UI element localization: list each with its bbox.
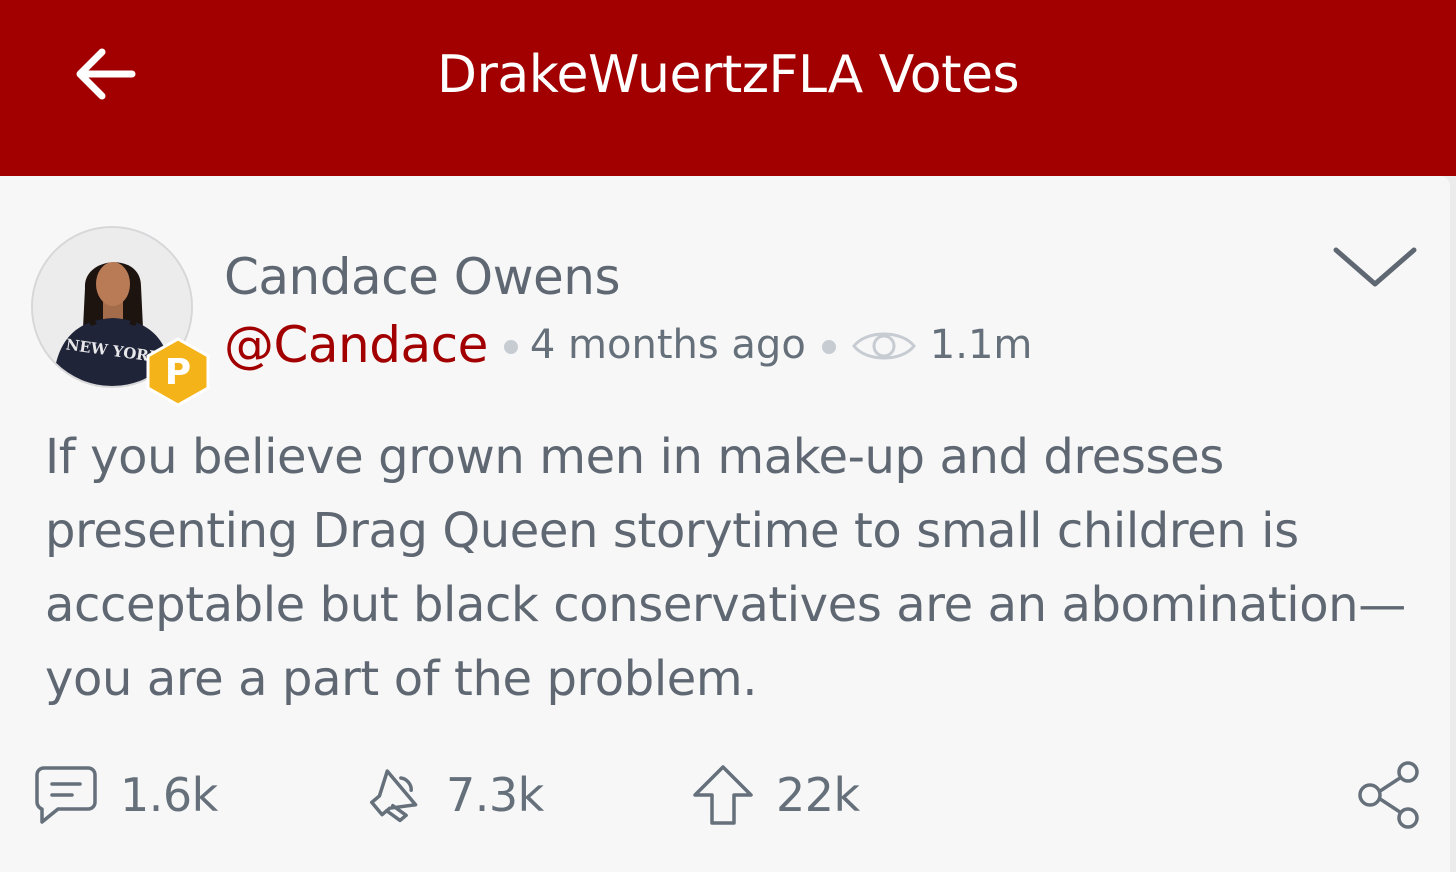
echo-count: 7.3k	[446, 768, 544, 822]
comments-button[interactable]: 1.6k	[34, 758, 218, 832]
post-time: 4 months ago	[529, 322, 806, 368]
arrow-up-icon	[693, 765, 753, 825]
post-body-line: you are a part of the problem.	[45, 651, 758, 707]
share-icon[interactable]	[1354, 760, 1424, 830]
post-body-line: presenting Drag Queen storytime to small…	[45, 503, 1299, 559]
post-meta: @Candace 4 months ago 1.1m	[224, 314, 1032, 376]
post-body-line: acceptable but black conservatives are a…	[45, 577, 1406, 633]
top-bar: DrakeWuertzFLA Votes	[0, 0, 1456, 176]
post-card: NEW YORK P Candace Owens @Candace 4 mont…	[0, 176, 1450, 872]
comments-count: 1.6k	[120, 768, 218, 822]
chevron-down-icon[interactable]	[1330, 242, 1420, 292]
upvote-count: 22k	[776, 768, 860, 822]
author-name[interactable]: Candace Owens	[224, 246, 621, 308]
page-title: DrakeWuertzFLA Votes	[436, 45, 1020, 105]
separator-dot	[821, 340, 836, 354]
upvote-button[interactable]: 22k	[692, 758, 860, 832]
view-count: 1.1m	[929, 322, 1033, 368]
post-body: If you believe grown men in make-up and …	[45, 420, 1435, 716]
separator-dot	[503, 340, 518, 354]
comment-icon	[35, 766, 97, 824]
post-body-line: If you believe grown men in make-up and …	[45, 429, 1224, 485]
badge-letter: P	[165, 352, 191, 393]
pro-badge-icon: P	[146, 337, 210, 407]
megaphone-icon	[370, 769, 418, 823]
app: DrakeWuertzFLA Votes NEW YORK P Candace …	[0, 0, 1456, 872]
author-handle[interactable]: @Candace	[224, 316, 488, 374]
echo-button[interactable]: 7.3k	[362, 758, 544, 832]
eye-icon	[851, 326, 916, 366]
